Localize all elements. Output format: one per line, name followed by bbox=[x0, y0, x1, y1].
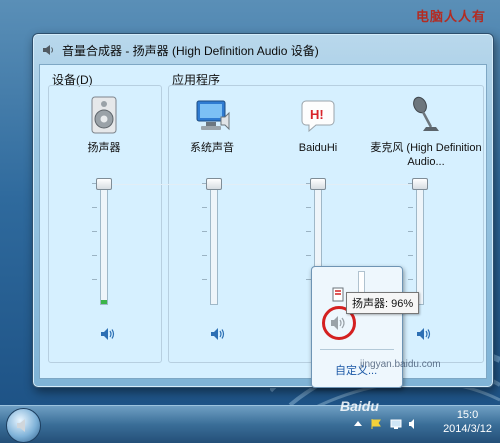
speaker-volume-track[interactable] bbox=[100, 183, 108, 305]
system-mute-icon[interactable] bbox=[210, 327, 226, 341]
channel-baiduhi: H! BaiduHi bbox=[266, 95, 370, 155]
tray-flag-icon[interactable] bbox=[370, 418, 382, 430]
svg-text:H!: H! bbox=[310, 107, 324, 122]
watermark-top-right: 电脑人人有 bbox=[415, 10, 486, 25]
title-bar[interactable]: 音量合成器 - 扬声器 (High Definition Audio 设备) bbox=[41, 40, 485, 60]
clock-time: 15:0 bbox=[456, 409, 479, 421]
volume-mixer-window: 音量合成器 - 扬声器 (High Definition Audio 设备) 设… bbox=[32, 33, 494, 388]
speaker-mute-icon[interactable] bbox=[100, 327, 116, 341]
speaker-title-icon bbox=[43, 45, 53, 55]
channel-name: 系统声音 bbox=[190, 142, 234, 154]
clock-date: 2014/3/12 bbox=[443, 423, 492, 435]
mic-volume-thumb[interactable] bbox=[412, 178, 428, 190]
taskbar bbox=[0, 405, 500, 443]
start-button[interactable] bbox=[6, 408, 41, 443]
slider-guide-line bbox=[100, 184, 430, 185]
window-title: 音量合成器 - 扬声器 (High Definition Audio 设备) bbox=[62, 43, 319, 58]
speaker-volume-thumb[interactable] bbox=[96, 178, 112, 190]
mic-volume-track[interactable] bbox=[416, 183, 424, 305]
speaker-slider-ticks bbox=[92, 183, 97, 303]
tray-network-icon[interactable] bbox=[390, 418, 402, 430]
mixer-client-area: 设备(D) 应用程序 扬声器 系统声音 H! BaiduHi 麦克风 (High… bbox=[39, 64, 487, 379]
watermark-url: jingyan.baidu.com bbox=[360, 359, 441, 370]
system-volume-thumb[interactable] bbox=[206, 178, 222, 190]
mic-mute-icon[interactable] bbox=[416, 327, 432, 341]
baiduhi-icon: H! bbox=[301, 100, 335, 133]
volume-tooltip: 扬声器: 96% bbox=[346, 292, 420, 314]
microphone-icon bbox=[413, 96, 439, 131]
system-sounds-icon bbox=[196, 100, 230, 131]
speaker-level-meter bbox=[101, 300, 107, 304]
channel-name: 麦克风 (High Definition Audio... bbox=[370, 142, 482, 168]
baiduhi-volume-thumb[interactable] bbox=[310, 178, 326, 190]
speaker-taskbar-icon bbox=[17, 419, 25, 432]
channel-microphone: 麦克风 (High Definition Audio... bbox=[370, 95, 482, 169]
channel-system-sounds: 系统声音 bbox=[160, 95, 264, 155]
mic-slider-ticks bbox=[408, 183, 413, 303]
tray-up-arrow-icon[interactable] bbox=[352, 418, 364, 430]
system-slider-ticks bbox=[202, 183, 207, 303]
watermark-baidu: Baidu bbox=[340, 398, 379, 414]
tray-volume-icon[interactable] bbox=[408, 418, 420, 430]
channel-name: BaiduHi bbox=[298, 142, 338, 154]
system-clock[interactable]: 15:0 2014/3/12 bbox=[443, 408, 492, 436]
channel-speaker: 扬声器 bbox=[52, 95, 156, 155]
system-volume-track[interactable] bbox=[210, 183, 218, 305]
flyout-divider bbox=[320, 349, 394, 350]
channel-name: 扬声器 bbox=[87, 142, 121, 154]
speaker-icon bbox=[91, 96, 117, 134]
